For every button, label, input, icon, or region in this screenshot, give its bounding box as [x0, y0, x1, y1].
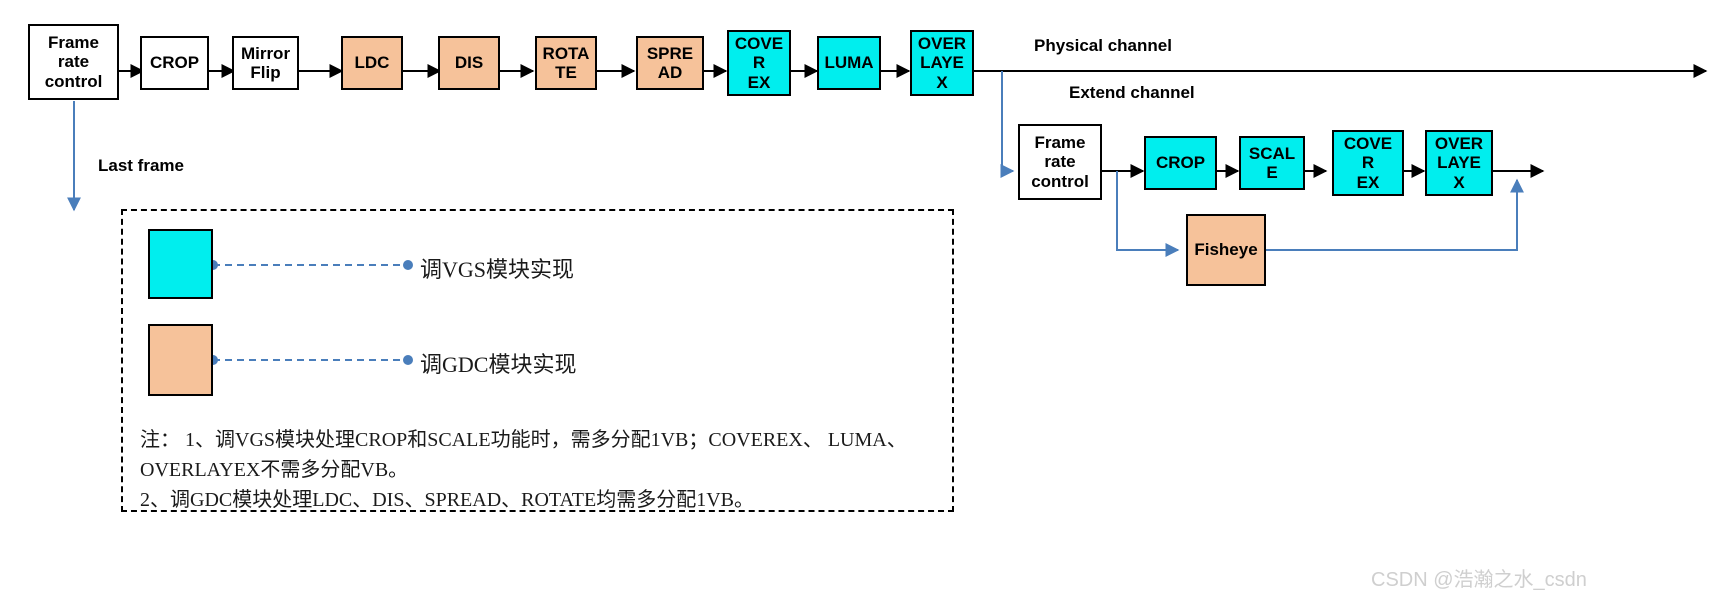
legend-swatch-vgs: [148, 229, 213, 299]
block-overlayex-extend[interactable]: OVER LAYE X: [1425, 130, 1493, 196]
legend-notes: 注： 1、调VGS模块处理CROP和SCALE功能时，需多分配1VB；COVER…: [140, 429, 907, 511]
block-crop-extend[interactable]: CROP: [1144, 136, 1217, 190]
physical-channel-label: Physical channel: [1034, 36, 1172, 55]
last-frame-label: Last frame: [98, 156, 184, 175]
watermark: CSDN @浩瀚之水_csdn: [1371, 569, 1587, 591]
block-luma[interactable]: LUMA: [817, 36, 881, 90]
block-dis[interactable]: DIS: [438, 36, 500, 90]
block-coverex-extend[interactable]: COVE R EX: [1332, 130, 1404, 196]
block-spread[interactable]: SPRE AD: [636, 36, 704, 90]
block-mirror-flip[interactable]: Mirror Flip: [232, 36, 299, 90]
block-crop-physical[interactable]: CROP: [140, 36, 209, 90]
extend-channel-label: Extend channel: [1069, 83, 1195, 102]
block-rotate[interactable]: ROTA TE: [535, 36, 597, 90]
legend-label-vgs: 调VGS模块实现: [420, 257, 575, 282]
block-fisheye[interactable]: Fisheye: [1186, 214, 1266, 286]
block-frame-rate-control-extend[interactable]: Frame rate control: [1018, 124, 1102, 200]
block-overlayex-physical[interactable]: OVER LAYE X: [910, 30, 974, 96]
legend-swatch-gdc: [148, 324, 213, 396]
block-frame-rate-control-physical[interactable]: Frame rate control: [28, 24, 119, 100]
block-ldc[interactable]: LDC: [341, 36, 403, 90]
legend-label-gdc: 调GDC模块实现: [420, 352, 577, 377]
block-coverex-physical[interactable]: COVE R EX: [727, 30, 791, 96]
block-scale[interactable]: SCAL E: [1239, 136, 1305, 190]
